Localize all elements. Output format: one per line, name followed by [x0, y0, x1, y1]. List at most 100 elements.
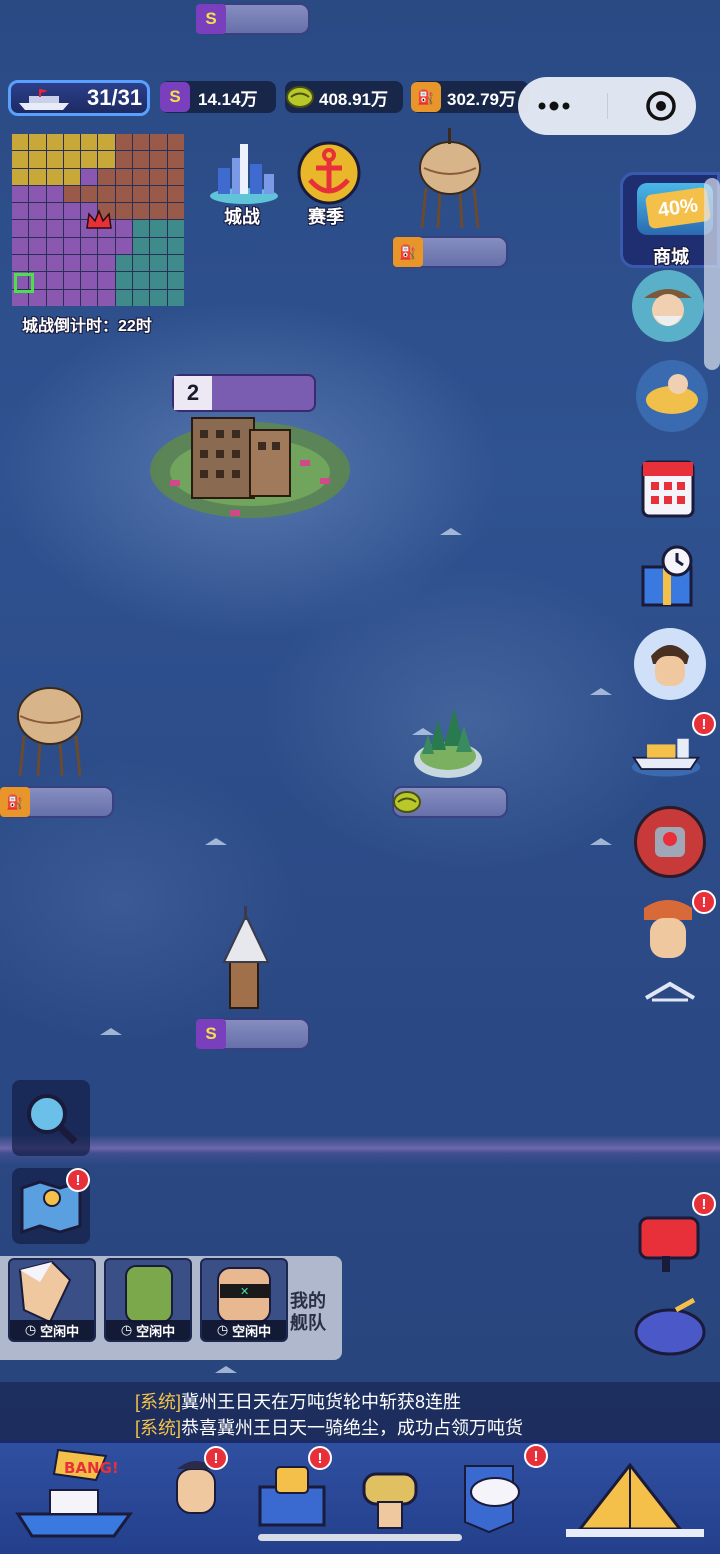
minimap-cell	[29, 185, 46, 203]
target-circle-icon[interactable]	[644, 89, 678, 123]
fuel-tank-building[interactable]	[12, 680, 88, 780]
minimap-cell	[133, 203, 150, 220]
fuel-can-icon: ⛽	[411, 82, 441, 112]
minimap-cell	[115, 168, 133, 185]
minimap-cell	[46, 289, 63, 306]
minimap-cell	[150, 185, 167, 203]
bean-icon	[392, 787, 422, 817]
adventurer-event-icon[interactable]	[636, 360, 708, 432]
svg-text:✕: ✕	[240, 1285, 249, 1298]
tent-camp-icon	[566, 1462, 704, 1537]
clock-icon: ◷	[216, 1322, 229, 1337]
more-dots-icon[interactable]	[536, 101, 572, 111]
crown-icon	[86, 208, 112, 229]
alert-badge-icon: !	[524, 1444, 548, 1468]
fuel-tank-building[interactable]	[414, 128, 486, 232]
horizon-glow	[0, 1135, 720, 1165]
minimap-cell	[81, 168, 98, 185]
minimap-cell	[150, 220, 167, 237]
chat-line: [系统]恭喜冀州王日天一骑绝尘，成功占领万吨货	[135, 1418, 524, 1438]
cargo-ship-icon[interactable]	[630, 716, 702, 788]
bean-value: 408.91万	[319, 89, 388, 109]
minimap-cell	[98, 272, 115, 289]
minimap-cell	[29, 203, 46, 220]
chevron-up-icon[interactable]	[642, 980, 698, 1002]
watch-tower-building[interactable]	[216, 906, 276, 1010]
backpack-button[interactable]	[632, 1296, 708, 1358]
minimap-cell	[81, 255, 98, 272]
minimap-cell	[12, 255, 29, 272]
city-war-label: 城战	[224, 207, 260, 227]
minimap-cell	[167, 134, 184, 151]
coin-icon: S	[196, 4, 226, 34]
minimap-cell	[115, 203, 133, 220]
minimap-cell	[167, 272, 184, 289]
minimap-cell	[98, 185, 115, 203]
minimap-cell	[63, 220, 81, 237]
minimap-cell	[167, 289, 184, 306]
clock-icon: ◷	[120, 1322, 133, 1337]
minimap-cell	[46, 237, 63, 255]
minimap-cell	[29, 151, 46, 168]
game-world[interactable]: S 31/31 S 14.14万 408.91万 ⛽ 302.79万 城战倒计时…	[0, 0, 720, 1554]
calendar-icon[interactable]	[632, 450, 704, 522]
minimap-cell	[98, 151, 115, 168]
minimap-cell	[63, 134, 81, 151]
base-nav-button[interactable]	[560, 1448, 710, 1540]
war-countdown: 城战倒计时：22时	[22, 318, 152, 335]
search-map-button[interactable]	[12, 1080, 90, 1156]
captain-portrait-icon[interactable]	[632, 270, 704, 342]
coin-icon: S	[160, 82, 190, 112]
robot-portrait-icon[interactable]	[634, 806, 706, 878]
fleet-member-slot[interactable]: ◷ 空闲中	[104, 1258, 192, 1342]
crew-status: ◷ 空闲中	[106, 1320, 190, 1340]
fuel-pill[interactable]: ⛽ 302.79万	[411, 81, 529, 113]
capsule-divider	[607, 93, 609, 119]
minimap-cell	[46, 203, 63, 220]
city-war-icon[interactable]	[206, 140, 282, 206]
coin-pill[interactable]: S 14.14万	[160, 81, 276, 113]
minimap-cell	[133, 151, 150, 168]
system-chat-panel[interactable]: [系统]冀州王日天在万吨货轮中斩获8连胜 [系统]恭喜冀州王日天一骑绝尘，成功占…	[0, 1382, 720, 1444]
svg-text:BANG!: BANG!	[64, 1459, 119, 1477]
minimap-cell	[150, 237, 167, 255]
minimap-cell	[115, 289, 133, 306]
minimap-cell	[46, 255, 63, 272]
timed-gift-icon[interactable]	[632, 540, 704, 612]
ship-count: 31/31	[87, 85, 143, 110]
minimap-cell	[167, 237, 184, 255]
brass-knuckle-nav-button[interactable]	[344, 1448, 436, 1540]
minimap-cell	[150, 272, 167, 289]
hero-portrait-icon[interactable]	[634, 628, 706, 700]
minimap-cell	[115, 272, 133, 289]
side-scroll-handle[interactable]	[704, 178, 720, 370]
shop-label: 商城	[653, 247, 689, 267]
minimap-cell	[12, 168, 29, 185]
hero-nav-button[interactable]	[150, 1448, 242, 1540]
minimap-cell	[81, 237, 98, 255]
anchor-season-icon[interactable]	[296, 140, 362, 206]
wave-marker	[205, 838, 227, 846]
coin-value: 14.14万	[198, 89, 258, 109]
wave-marker	[590, 688, 612, 696]
minimap-cell	[46, 134, 63, 151]
minimap-cell	[115, 134, 133, 151]
battle-button[interactable]: BANG!	[10, 1448, 138, 1540]
minimap-cell	[63, 289, 81, 306]
my-fleet-button[interactable]: 我的 舰队	[290, 1290, 336, 1334]
bean-pill[interactable]: 408.91万	[285, 81, 403, 113]
minimap-cell	[29, 134, 46, 151]
ship-count-pill[interactable]: 31/31	[8, 80, 150, 116]
minimap-cell	[115, 151, 133, 168]
forest-island[interactable]	[410, 694, 486, 784]
my-position-marker	[14, 273, 34, 293]
minimap-cell	[98, 134, 115, 151]
magnifier-icon	[27, 1094, 78, 1145]
minimap-cell	[115, 237, 133, 255]
fleet-member-slot[interactable]: ◷ 空闲中	[8, 1258, 96, 1342]
mini-program-capsule	[518, 77, 696, 135]
alert-badge-icon: !	[308, 1446, 332, 1470]
home-indicator[interactable]	[258, 1534, 462, 1541]
fuel-value: 302.79万	[447, 89, 516, 109]
fleet-member-slot[interactable]: ✕ ◷ 空闲中	[200, 1258, 288, 1342]
